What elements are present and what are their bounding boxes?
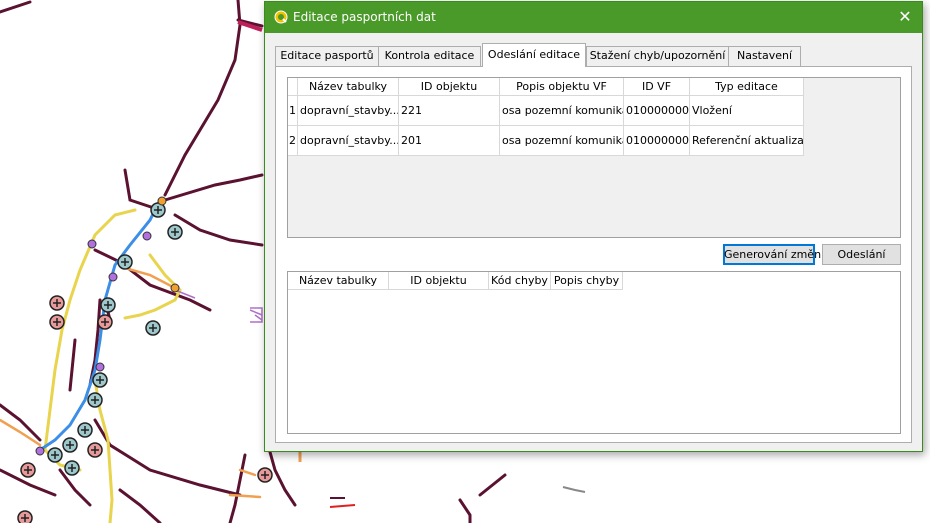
editace-dialog: Editace pasportních dat ✕ Editace paspor… (264, 1, 923, 452)
table-cell[interactable]: osa pozemní komunikace (500, 126, 624, 156)
column-header[interactable]: Popis objektu VF (500, 78, 624, 96)
dialog-titlebar[interactable]: Editace pasportních dat ✕ (265, 2, 922, 33)
tab-panel-odeslani: Název tabulky ID objektu Popis objektu V… (275, 66, 912, 443)
table-cell[interactable]: 201 (399, 126, 500, 156)
generate-changes-button[interactable]: Generování změn (723, 244, 821, 265)
column-header[interactable]: ID VF (624, 78, 690, 96)
table-cell[interactable]: dopravní_stavby... (298, 96, 399, 126)
send-button[interactable]: Odeslání (822, 244, 901, 265)
column-header[interactable]: Kód chyby (489, 272, 551, 290)
column-header[interactable]: Typ editace (690, 78, 804, 96)
road-network-violet (174, 289, 263, 321)
table-corner (288, 78, 298, 96)
tab-odeslani-editace[interactable]: Odeslání editace (482, 43, 586, 67)
column-header[interactable]: ID objektu (389, 272, 489, 290)
close-button[interactable]: ✕ (888, 2, 922, 33)
tab-editace-pasportu[interactable]: Editace pasportů (275, 46, 379, 66)
column-header[interactable]: Název tabulky (288, 272, 389, 290)
tab-stazeni-chyb[interactable]: Stažení chyb/upozornění (586, 46, 729, 66)
column-header[interactable]: Název tabulky (298, 78, 399, 96)
table-cell[interactable]: 0100000004 (624, 126, 690, 156)
tab-nastaveni[interactable]: Nastavení (728, 46, 801, 66)
table-cell[interactable]: 0100000004 (624, 96, 690, 126)
column-header[interactable]: ID objektu (399, 78, 500, 96)
dialog-title: Editace pasportních dat (293, 10, 436, 24)
close-icon: ✕ (898, 7, 912, 26)
table-cell[interactable]: osa pozemní komunikace (500, 96, 624, 126)
row-number[interactable]: 2 (288, 126, 298, 156)
table-cell[interactable]: Vložení (690, 96, 804, 126)
qgis-logo-icon (274, 10, 288, 24)
map-symbol (329, 504, 356, 508)
road-network-orange (0, 266, 262, 499)
table-cell[interactable]: Referenční aktualizace (690, 126, 804, 156)
table-cell[interactable]: dopravní_stavby... (298, 126, 399, 156)
table-cell[interactable]: 221 (399, 96, 500, 126)
column-header[interactable]: Popis chyby (551, 272, 623, 290)
errors-table[interactable]: Název tabulky ID objektu Kód chyby Popis… (287, 271, 901, 434)
map-symbol (562, 486, 586, 493)
row-number[interactable]: 1 (288, 96, 298, 126)
tab-kontrola-editace[interactable]: Kontrola editace (378, 46, 481, 66)
edits-table[interactable]: Název tabulky ID objektu Popis objektu V… (287, 77, 901, 238)
